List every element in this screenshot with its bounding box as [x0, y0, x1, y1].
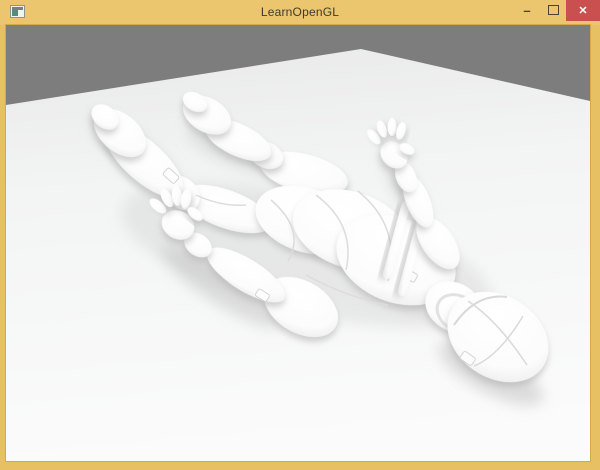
minimize-button[interactable]: –: [514, 0, 540, 20]
rendered-scene: [6, 25, 590, 461]
title-bar[interactable]: LearnOpenGL – ✕: [0, 0, 600, 25]
close-button[interactable]: ✕: [566, 0, 600, 21]
learnopengl-window: LearnOpenGL – ✕: [0, 0, 600, 470]
opengl-viewport[interactable]: [6, 25, 590, 461]
maximize-button[interactable]: [540, 0, 566, 20]
maximize-icon: [547, 5, 559, 15]
window-title: LearnOpenGL: [260, 5, 340, 19]
